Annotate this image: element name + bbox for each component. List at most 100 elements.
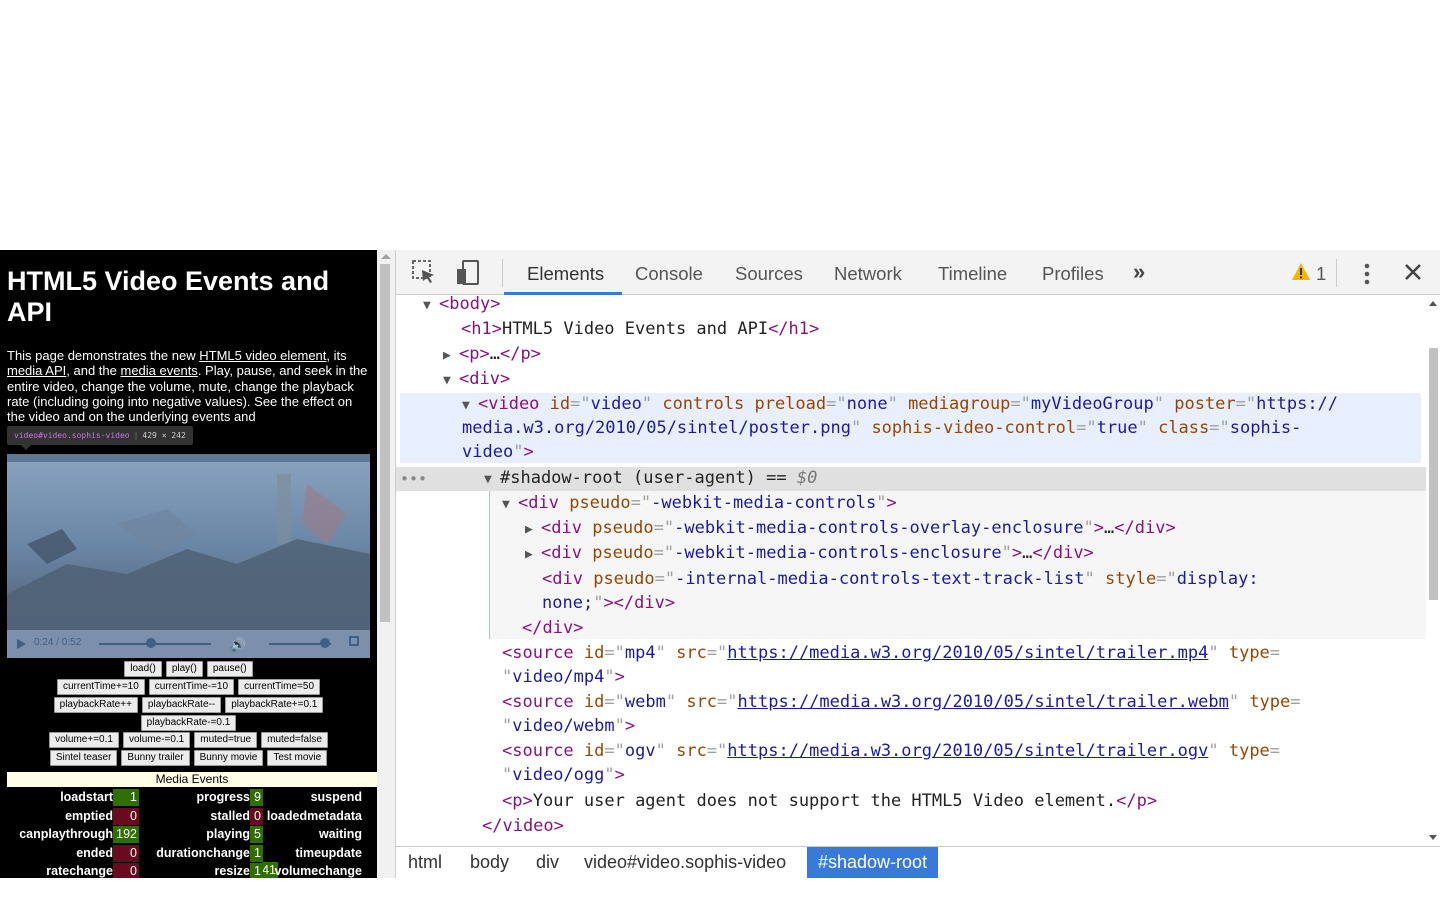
dom-node-text-track-list[interactable]: <div pseudo="-internal-media-controls-te… (542, 567, 1259, 591)
tab-console[interactable]: Console (635, 263, 703, 285)
media-event-name: canplaythrough (19, 827, 113, 841)
tab-network[interactable]: Network (834, 263, 902, 285)
expand-arrow-icon[interactable]: ▶ (443, 344, 459, 368)
mute-button[interactable]: muted=true (194, 732, 258, 748)
pause-button[interactable]: pause() (206, 661, 253, 677)
expand-arrow-icon[interactable]: ▼ (484, 468, 500, 492)
dom-node-h1[interactable]: <h1>HTML5 Video Events and API</h1> (461, 317, 819, 341)
expand-arrow-icon[interactable]: ▼ (423, 295, 439, 318)
dom-node-fallback-p[interactable]: <p>Your user agent does not support the … (502, 789, 1157, 813)
dom-node-overlay-enclosure[interactable]: ▶ <div pseudo="-webkit-media-controls-ove… (525, 516, 1176, 540)
dom-tree-scroll-thumb[interactable] (1429, 348, 1438, 600)
breadcrumb-body[interactable]: body (459, 847, 520, 878)
fullscreen-icon[interactable] (349, 636, 359, 646)
breadcrumb-div[interactable]: div (525, 847, 570, 878)
tab-sources[interactable]: Sources (735, 263, 803, 285)
expand-arrow-icon[interactable]: ▼ (443, 369, 459, 393)
breadcrumb-html[interactable]: html (397, 847, 453, 878)
button-row: load() play() pause() (7, 661, 370, 677)
devtools-panel: Elements Console Sources Network Timelin… (395, 250, 1440, 878)
scroll-up-arrow-icon[interactable] (1429, 301, 1437, 306)
media-event-name: volumechange (274, 864, 362, 878)
page-scrollbar[interactable] (377, 250, 395, 878)
playback-rate-minus-button[interactable]: playbackRate-=0.1 (140, 715, 237, 731)
dom-node-controls-enclosure[interactable]: ▶ <div pseudo="-webkit-media-controls-enc… (525, 541, 1094, 565)
media-events-link[interactable]: media events (120, 363, 197, 378)
toolbar-divider (502, 259, 503, 287)
dom-node-video[interactable]: ▼ <video id="video" controls preload="non… (462, 392, 1338, 416)
media-api-link[interactable]: media API (7, 363, 66, 378)
play-icon[interactable] (17, 639, 26, 649)
dom-node-text-track-list-cont[interactable]: none;"></div> (542, 591, 675, 615)
dom-node-source-webm-cont[interactable]: "video/webm"> (502, 714, 635, 738)
dom-node-source-mp4[interactable]: <source id="mp4" src="https://media.w3.o… (502, 641, 1280, 665)
breadcrumb-video[interactable]: video#video.sophis-video (573, 847, 797, 878)
playback-rate-inc-button[interactable]: playbackRate++ (53, 697, 138, 713)
source-link[interactable]: https://media.w3.org/2010/05/sintel/trai… (727, 741, 1208, 761)
scroll-down-arrow-icon[interactable] (1429, 835, 1437, 840)
media-event-name: ended (76, 845, 113, 860)
more-tabs-icon[interactable]: » (1133, 259, 1145, 285)
expand-arrow-icon[interactable]: ▶ (525, 518, 541, 542)
device-toolbar-icon[interactable] (454, 259, 482, 292)
source-link[interactable]: https://media.w3.org/2010/05/sintel/trai… (738, 692, 1229, 712)
volume-up-button[interactable]: volume+=0.1 (49, 732, 119, 748)
dom-node-body[interactable]: ▼ <body> (423, 295, 500, 316)
dom-node-shadow-root[interactable]: ▼ #shadow-root (user-agent) == $0 (484, 466, 817, 490)
dom-tree-scrollbar[interactable] (1426, 295, 1440, 846)
close-icon[interactable] (1403, 262, 1423, 287)
media-event-cell: loadedmetadata (262, 808, 377, 825)
current-time-set-button[interactable]: currentTime=50 (238, 679, 320, 695)
test-movie-button[interactable]: Test movie (267, 750, 328, 766)
dom-node-div[interactable]: ▼ <div> (443, 367, 510, 391)
load-button[interactable]: load() (124, 661, 162, 677)
bunny-trailer-button[interactable]: Bunny trailer (121, 750, 190, 766)
more-options-icon[interactable] (1358, 262, 1378, 291)
dom-node-video-cont[interactable]: media.w3.org/2010/05/sintel/poster.png" … (462, 416, 1301, 440)
video-element-link[interactable]: HTML5 video element (199, 348, 326, 363)
dom-node-source-webm[interactable]: <source id="webm" src="https://media.w3.… (502, 690, 1301, 714)
intro-text: , its (326, 348, 347, 363)
bunny-movie-button[interactable]: Bunny movie (193, 750, 264, 766)
dom-node-p[interactable]: ▶ <p>…</p> (443, 342, 541, 366)
volume-thumb[interactable] (319, 638, 330, 648)
dom-node-video-close[interactable]: </video> (482, 814, 564, 838)
scroll-up-arrow-icon[interactable] (381, 254, 391, 259)
dom-node-source-ogv[interactable]: <source id="ogv" src="https://media.w3.o… (502, 739, 1280, 763)
volume-icon[interactable]: 🔊 (230, 637, 246, 653)
tab-timeline[interactable]: Timeline (938, 263, 1007, 285)
current-time-plus-button[interactable]: currentTime+=10 (57, 679, 145, 695)
dom-node-video-cont[interactable]: video"> (462, 440, 534, 464)
warning-icon[interactable] (1291, 262, 1311, 287)
unmute-button[interactable]: muted=false (261, 732, 328, 748)
tab-elements[interactable]: Elements (527, 263, 604, 285)
playback-rate-dec-button[interactable]: playbackRate-- (141, 697, 222, 713)
dom-node-source-ogv-cont[interactable]: "video/ogg"> (502, 763, 625, 787)
button-row: playbackRate++ playbackRate-- playbackRate… (7, 697, 370, 713)
dom-node-div-close[interactable]: </div> (522, 616, 583, 640)
expand-arrow-icon[interactable]: ▼ (462, 394, 478, 418)
node-actions-icon[interactable]: ••• (400, 467, 427, 491)
tree-guide-line (489, 491, 490, 639)
page-scroll-thumb[interactable] (380, 264, 390, 622)
tooltip-selector: video#video.sophis-video (14, 431, 130, 440)
playback-rate-plus-button[interactable]: playbackRate+=0.1 (225, 697, 324, 713)
play-button[interactable]: play() (165, 661, 203, 677)
breadcrumb-shadow-root[interactable]: #shadow-root (807, 847, 939, 878)
dom-node-source-mp4-cont[interactable]: "video/mp4"> (502, 665, 625, 689)
dom-tree[interactable]: ••• ▼ <body> <h1>HTML5 Video Events and A… (396, 295, 1426, 846)
inspect-element-icon[interactable] (411, 259, 437, 290)
expand-arrow-icon[interactable]: ▼ (502, 493, 518, 517)
source-link[interactable]: https://media.w3.org/2010/05/sintel/trai… (727, 643, 1208, 663)
media-event-cell: loadstart 1 (7, 789, 139, 806)
expand-arrow-icon[interactable]: ▶ (525, 543, 541, 567)
tab-profiles[interactable]: Profiles (1042, 263, 1104, 285)
warning-count[interactable]: 1 (1316, 263, 1326, 285)
media-event-cell: durationchange 1 (142, 844, 263, 862)
video-player[interactable]: 0:24 / 0:52 🔊 (7, 454, 370, 658)
volume-down-button[interactable]: volume-=0.1 (122, 732, 191, 748)
seek-thumb[interactable] (145, 638, 156, 648)
sintel-teaser-button[interactable]: Sintel teaser (49, 750, 118, 766)
dom-node-media-controls[interactable]: ▼ <div pseudo="-webkit-media-controls"> (502, 491, 897, 515)
current-time-minus-button[interactable]: currentTime-=10 (148, 679, 235, 695)
